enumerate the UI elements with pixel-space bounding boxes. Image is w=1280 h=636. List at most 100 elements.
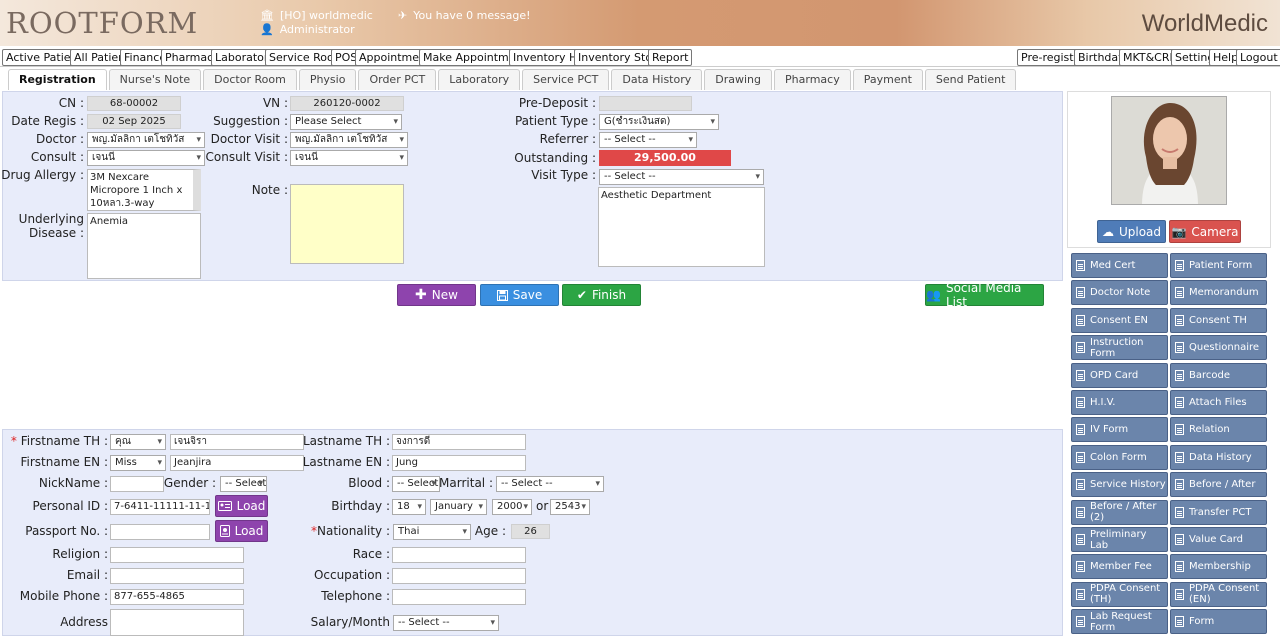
- telephone-input[interactable]: [392, 589, 526, 605]
- side-btn-instruction-form[interactable]: Instruction Form: [1071, 335, 1168, 361]
- side-btn-consent-th[interactable]: Consent TH: [1170, 307, 1267, 333]
- side-btn-label: Transfer PCT: [1189, 506, 1252, 518]
- document-icon: [1175, 451, 1184, 463]
- message-text: You have 0 message!: [413, 9, 531, 22]
- message-notice[interactable]: ✈ You have 0 message!: [398, 9, 531, 22]
- religion-input[interactable]: [110, 547, 244, 563]
- marrital-select[interactable]: -- Select --: [496, 476, 604, 492]
- side-btn-h-i-v[interactable]: H.I.V.: [1071, 390, 1168, 415]
- birth-month-select[interactable]: January: [430, 499, 487, 515]
- side-btn-iv-form[interactable]: IV Form: [1071, 417, 1168, 443]
- title-th-select[interactable]: คุณ: [110, 434, 166, 450]
- finish-button[interactable]: ✔ Finish: [562, 284, 641, 306]
- side-btn-preliminary-lab[interactable]: Preliminary Lab: [1071, 527, 1168, 552]
- side-btn-opd-card[interactable]: OPD Card: [1071, 362, 1168, 388]
- underlying-label-1: Underlying: [18, 212, 84, 226]
- birth-year-select[interactable]: 2000: [492, 499, 532, 515]
- tab-physio[interactable]: Physio: [298, 69, 357, 90]
- side-btn-form[interactable]: Form: [1170, 609, 1267, 635]
- doctor-visit-select[interactable]: พญ.มัลลิกา เตโชทิวัส: [290, 132, 408, 148]
- blood-select[interactable]: -- Select --: [392, 476, 440, 492]
- load-passport-button[interactable]: Load: [215, 520, 268, 542]
- side-btn-questionnaire[interactable]: Questionnaire: [1170, 335, 1267, 361]
- menu-report[interactable]: Report: [648, 49, 693, 66]
- underlying-textarea[interactable]: Anemia: [87, 213, 201, 279]
- side-btn-lab-request-form[interactable]: Lab Request Form: [1071, 609, 1168, 635]
- side-btn-data-history[interactable]: Data History: [1170, 444, 1267, 470]
- tab-order-pct[interactable]: Order PCT: [358, 69, 437, 90]
- visit-type-select[interactable]: -- Select --: [599, 169, 764, 185]
- side-btn-attach-files[interactable]: Attach Files: [1170, 390, 1267, 415]
- upload-button[interactable]: ☁ Upload: [1097, 220, 1166, 243]
- tab-laboratory[interactable]: Laboratory: [438, 69, 521, 90]
- telephone-label: Telephone :: [321, 589, 390, 603]
- note-textarea[interactable]: [290, 184, 404, 264]
- side-btn-pdpa-consent-en[interactable]: PDPA Consent (EN): [1170, 581, 1267, 607]
- side-btn-label: Before / After: [1189, 479, 1256, 491]
- side-btn-membership[interactable]: Membership: [1170, 554, 1267, 580]
- tab-service-pct[interactable]: Service PCT: [522, 69, 610, 90]
- side-btn-barcode[interactable]: Barcode: [1170, 362, 1267, 388]
- camera-button[interactable]: 📷 Camera: [1169, 220, 1241, 243]
- passport-input[interactable]: [110, 524, 210, 540]
- firstname-th-input[interactable]: เจนจิรา: [170, 434, 304, 450]
- birth-year-th-select[interactable]: 2543: [550, 499, 590, 515]
- side-btn-label: Instruction Form: [1090, 336, 1144, 359]
- side-btn-before-after[interactable]: Before / After: [1170, 472, 1267, 498]
- date-regis-label: Date Regis :: [11, 114, 84, 128]
- social-media-list-button[interactable]: 👥 Social Media List: [925, 281, 1044, 309]
- side-btn-service-history[interactable]: Service History: [1071, 472, 1168, 498]
- side-btn-before-after-2[interactable]: Before / After (2): [1071, 499, 1168, 525]
- personal-id-input[interactable]: 7-6411-11111-11-1: [110, 499, 210, 515]
- tab-send-patient[interactable]: Send Patient: [924, 69, 1017, 90]
- title-en-select[interactable]: Miss: [110, 455, 166, 471]
- tab-doctor-room[interactable]: Doctor Room: [203, 69, 297, 90]
- drug-allergy-textarea[interactable]: 3M Nexcare Micropore 1 Inch x 10หลา.3-wa…: [87, 169, 201, 211]
- birth-day-select[interactable]: 18: [392, 499, 426, 515]
- save-button[interactable]: Save: [480, 284, 559, 306]
- side-btn-member-fee[interactable]: Member Fee: [1071, 554, 1168, 580]
- side-btn-memorandum[interactable]: Memorandum: [1170, 280, 1267, 306]
- occupation-input[interactable]: [392, 568, 526, 584]
- nationality-select[interactable]: Thai: [393, 524, 471, 540]
- side-btn-relation[interactable]: Relation: [1170, 417, 1267, 443]
- patient-type-select[interactable]: G(ชำระเงินสด): [599, 114, 719, 130]
- nickname-label: NickName :: [38, 476, 108, 490]
- firstname-en-input[interactable]: Jeanjira: [170, 455, 304, 471]
- side-btn-value-card[interactable]: Value Card: [1170, 527, 1267, 552]
- lastname-th-input[interactable]: จงการดี: [392, 434, 526, 450]
- tab-registration[interactable]: Registration: [8, 69, 107, 90]
- suggestion-select[interactable]: Please Select: [290, 114, 402, 130]
- side-btn-label: Member Fee: [1090, 561, 1152, 573]
- consult-select[interactable]: เจนนี่: [87, 150, 205, 166]
- nickname-input[interactable]: [110, 476, 164, 492]
- email-input[interactable]: [110, 568, 244, 584]
- side-btn-patient-form[interactable]: Patient Form: [1170, 253, 1267, 278]
- tab-drawing[interactable]: Drawing: [704, 69, 773, 90]
- side-btn-doctor-note[interactable]: Doctor Note: [1071, 280, 1168, 306]
- new-button[interactable]: ✚ New: [397, 284, 476, 306]
- tab-payment[interactable]: Payment: [852, 69, 923, 90]
- load-id-button[interactable]: Load: [215, 495, 268, 517]
- tab-nurses-note[interactable]: Nurse's Note: [108, 69, 202, 90]
- side-btn-consent-en[interactable]: Consent EN: [1071, 307, 1168, 333]
- address-textarea[interactable]: [110, 609, 244, 636]
- consult-visit-select[interactable]: เจนนี่: [290, 150, 408, 166]
- side-btn-pdpa-consent-th[interactable]: PDPA Consent (TH): [1071, 581, 1168, 607]
- race-input[interactable]: [392, 547, 526, 563]
- department-list[interactable]: Aesthetic Department: [598, 187, 765, 267]
- marrital-label: Marrital :: [439, 476, 493, 490]
- lastname-en-input[interactable]: Jung: [392, 455, 526, 471]
- side-btn-transfer-pct[interactable]: Transfer PCT: [1170, 499, 1267, 525]
- users-icon: [1175, 424, 1184, 436]
- side-btn-med-cert[interactable]: Med Cert: [1071, 253, 1168, 278]
- doctor-select[interactable]: พญ.มัลลิกา เตโชทิวัส: [87, 132, 205, 148]
- tab-pharmacy[interactable]: Pharmacy: [774, 69, 851, 90]
- gender-select[interactable]: -- Select --: [220, 476, 267, 492]
- menu-logout[interactable]: Logout: [1236, 49, 1280, 66]
- mobile-input[interactable]: 877-655-4865: [110, 589, 244, 605]
- referrer-select[interactable]: -- Select --: [599, 132, 697, 148]
- salary-select[interactable]: -- Select --: [393, 615, 499, 631]
- side-btn-colon-form[interactable]: Colon Form: [1071, 444, 1168, 470]
- tab-data-history[interactable]: Data History: [611, 69, 703, 90]
